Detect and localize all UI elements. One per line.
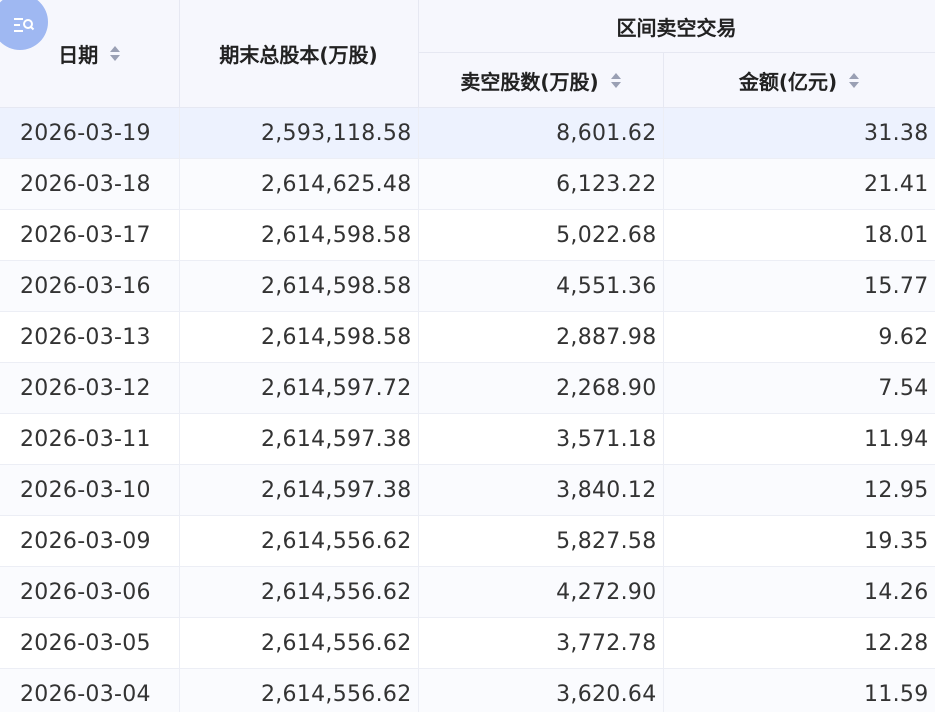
cell-date: 2026-03-06 — [0, 566, 180, 618]
column-group-short-trading-label: 区间卖空交易 — [616, 15, 737, 40]
cell-date: 2026-03-11 — [0, 413, 180, 465]
cell-amount: 19.35 — [663, 515, 935, 567]
cell-date: 2026-03-09 — [0, 515, 180, 567]
cell-date: 2026-03-04 — [0, 668, 180, 712]
cell-short-shares: 8,601.62 — [418, 107, 664, 159]
cell-amount: 14.26 — [663, 566, 935, 618]
cell-date: 2026-03-19 — [0, 107, 180, 159]
cell-short-shares: 4,551.36 — [418, 260, 664, 312]
column-header-date-label: 日期 — [58, 43, 99, 67]
cell-date: 2026-03-12 — [0, 362, 180, 414]
table-row[interactable]: 2026-03-04 2,614,556.62 3,620.64 11.59 — [0, 668, 935, 712]
cell-short-shares: 3,571.18 — [418, 413, 664, 465]
sort-icon[interactable] — [110, 46, 121, 61]
cell-date: 2026-03-05 — [0, 617, 180, 669]
cell-date: 2026-03-10 — [0, 464, 180, 516]
column-header-amount-label: 金额(亿元) — [738, 69, 838, 94]
cell-total-shares: 2,614,598.58 — [179, 260, 419, 312]
table-row[interactable]: 2026-03-13 2,614,598.58 2,887.98 9.62 — [0, 311, 935, 363]
column-group-short-trading: 区间卖空交易 — [418, 0, 935, 53]
cell-total-shares: 2,614,598.58 — [179, 311, 419, 363]
cell-total-shares: 2,614,556.62 — [179, 668, 419, 712]
cell-total-shares: 2,614,597.38 — [179, 464, 419, 516]
table-row[interactable]: 2026-03-18 2,614,625.48 6,123.22 21.41 — [0, 158, 935, 210]
table-header: 日期 期末总股本(万股) 区间卖空交易 卖空股数(万股) 金额(亿元) — [0, 0, 935, 108]
cell-total-shares: 2,614,556.62 — [179, 617, 419, 669]
table-row[interactable]: 2026-03-17 2,614,598.58 5,022.68 18.01 — [0, 209, 935, 261]
cell-total-shares: 2,614,556.62 — [179, 566, 419, 618]
cell-amount: 31.38 — [663, 107, 935, 159]
table-row[interactable]: 2026-03-09 2,614,556.62 5,827.58 19.35 — [0, 515, 935, 567]
cell-date: 2026-03-17 — [0, 209, 180, 261]
table-row[interactable]: 2026-03-06 2,614,556.62 4,272.90 14.26 — [0, 566, 935, 618]
cell-total-shares: 2,614,556.62 — [179, 515, 419, 567]
cell-total-shares: 2,614,597.38 — [179, 413, 419, 465]
cell-amount: 12.95 — [663, 464, 935, 516]
cell-amount: 7.54 — [663, 362, 935, 414]
column-header-total-shares: 期末总股本(万股) — [179, 0, 419, 108]
cell-short-shares: 3,620.64 — [418, 668, 664, 712]
cell-amount: 18.01 — [663, 209, 935, 261]
short-selling-table-container: 日期 期末总股本(万股) 区间卖空交易 卖空股数(万股) 金额(亿元) 2026… — [0, 0, 935, 712]
table-body: 2026-03-19 2,593,118.58 8,601.62 31.38 2… — [0, 107, 935, 712]
cell-short-shares: 5,022.68 — [418, 209, 664, 261]
cell-total-shares: 2,614,597.72 — [179, 362, 419, 414]
sort-icon[interactable] — [849, 72, 860, 88]
cell-date: 2026-03-13 — [0, 311, 180, 363]
cell-amount: 9.62 — [663, 311, 935, 363]
cell-amount: 15.77 — [663, 260, 935, 312]
cell-short-shares: 6,123.22 — [418, 158, 664, 210]
table-row[interactable]: 2026-03-16 2,614,598.58 4,551.36 15.77 — [0, 260, 935, 312]
cell-short-shares: 4,272.90 — [418, 566, 664, 618]
cell-total-shares: 2,614,598.58 — [179, 209, 419, 261]
filter-search-icon — [14, 18, 35, 32]
cell-amount: 11.59 — [663, 668, 935, 712]
cell-short-shares: 3,840.12 — [418, 464, 664, 516]
table-row[interactable]: 2026-03-19 2,593,118.58 8,601.62 31.38 — [0, 107, 935, 159]
short-selling-table: 日期 期末总股本(万股) 区间卖空交易 卖空股数(万股) 金额(亿元) 2026… — [0, 0, 935, 712]
table-row[interactable]: 2026-03-12 2,614,597.72 2,268.90 7.54 — [0, 362, 935, 414]
column-header-total-shares-label: 期末总股本(万股) — [219, 43, 378, 67]
cell-date: 2026-03-16 — [0, 260, 180, 312]
cell-short-shares: 2,887.98 — [418, 311, 664, 363]
cell-amount: 12.28 — [663, 617, 935, 669]
column-header-short-shares[interactable]: 卖空股数(万股) — [418, 52, 664, 108]
cell-amount: 11.94 — [663, 413, 935, 465]
cell-total-shares: 2,614,625.48 — [179, 158, 419, 210]
sort-icon[interactable] — [610, 72, 621, 88]
cell-short-shares: 2,268.90 — [418, 362, 664, 414]
cell-amount: 21.41 — [663, 158, 935, 210]
cell-short-shares: 5,827.58 — [418, 515, 664, 567]
column-header-amount[interactable]: 金额(亿元) — [663, 52, 935, 108]
cell-short-shares: 3,772.78 — [418, 617, 664, 669]
table-row[interactable]: 2026-03-11 2,614,597.38 3,571.18 11.94 — [0, 413, 935, 465]
cell-total-shares: 2,593,118.58 — [179, 107, 419, 159]
column-header-short-shares-label: 卖空股数(万股) — [460, 69, 599, 94]
cell-date: 2026-03-18 — [0, 158, 180, 210]
table-row[interactable]: 2026-03-10 2,614,597.38 3,840.12 12.95 — [0, 464, 935, 516]
table-row[interactable]: 2026-03-05 2,614,556.62 3,772.78 12.28 — [0, 617, 935, 669]
